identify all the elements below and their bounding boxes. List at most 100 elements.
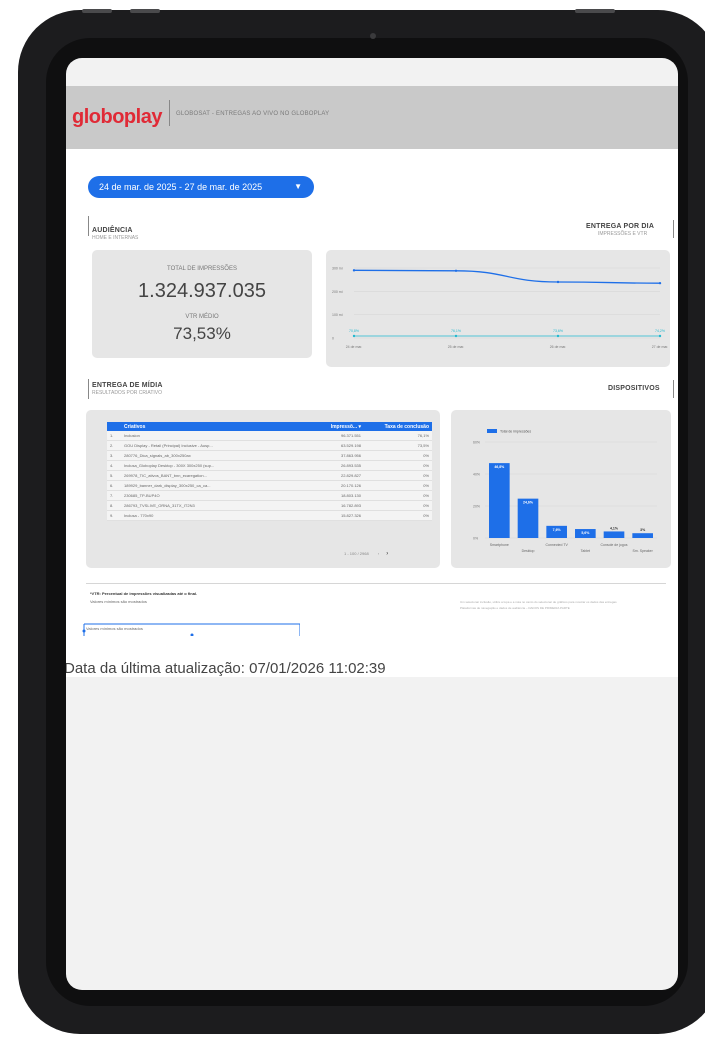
legend-swatch (487, 429, 497, 433)
row-rate: 0% (364, 450, 432, 461)
table-row[interactable]: 1. Inclusion 96.371.551 76,1% (107, 431, 432, 441)
row-creative: 189929_banner_dark_display_300x250_ca_ca… (121, 480, 306, 491)
audiencia-subtitle: HOME E INTERNAS (92, 235, 139, 241)
bar-data-label: 7,6% (553, 528, 562, 532)
table-pager: 1 - 100 / 2968 ‹ › (344, 551, 388, 557)
row-creative: 269978_TIC_ativos_BANT_bnn_ecaregation..… (121, 470, 306, 481)
row-rate: 0% (364, 470, 432, 481)
x-tick-label: Smartphone (490, 543, 509, 547)
report-header: globoplay GLOBOSAT - ENTREGAS AO VIVO NO… (66, 86, 678, 149)
last-update-text: Data da última atualização: 07/01/2026 1… (66, 660, 386, 677)
volume-button (130, 9, 160, 13)
row-index: 5. (107, 470, 121, 481)
entrega-dia-title: ENTREGA POR DIA (586, 223, 655, 230)
row-impressions: 96.371.551 (306, 431, 364, 441)
table-row[interactable]: 2. GOU Display - Retail (Principal) Inclu… (107, 440, 432, 451)
chevron-left-icon[interactable]: ‹ (378, 551, 379, 556)
dispositivos-title: DISPOSITIVOS (608, 385, 660, 392)
row-impressions: 20.170.126 (306, 480, 364, 491)
slider-handle[interactable] (82, 629, 86, 633)
impressions-line (353, 269, 661, 284)
table-row[interactable]: 5. 269978_TIC_ativos_BANT_bnn_ecaregation… (107, 470, 432, 481)
row-impressions: 18.803.130 (306, 490, 364, 501)
bar-chart-panel: Total de impressões 60% 40% 20% 0% 46,8% Smart… (451, 410, 671, 568)
y-tick-label: 40% (473, 473, 480, 477)
media-table: Criativos Impressõ... ▾ Taxa de conclusã… (107, 422, 432, 521)
entrega-dia-subtitle: IMPRESSÕES E VTR (598, 231, 648, 237)
x-tick-label: 25 de mar. (448, 345, 465, 349)
row-creative: Inclusa - 770x90 (121, 510, 306, 521)
table-header-impressoes[interactable]: Impressõ... ▾ (306, 422, 364, 431)
bar-data-label: 24,6% (523, 501, 534, 505)
y-tick-label: 100 mi (332, 313, 343, 317)
range-slider[interactable] (82, 622, 300, 636)
impressions-point (556, 280, 560, 284)
date-range-label: 24 de mar. de 2025 - 27 de mar. de 2025 (99, 182, 263, 192)
bar-data-label: 5,6% (581, 531, 590, 535)
x-tick-label: Console de jogos (600, 543, 627, 547)
dashboard: globoplay GLOBOSAT - ENTREGAS AO VIVO NO… (66, 86, 678, 677)
table-row[interactable]: 7. 230685_TP-BUP4O 18.803.130 0% (107, 490, 432, 501)
device-bar (489, 463, 510, 538)
row-index: 9. (107, 510, 121, 521)
row-rate: 76,1% (364, 431, 432, 441)
instructions-note: Um selecionar inclusão, utilize a lupa e… (460, 600, 617, 604)
row-rate: 0% (364, 460, 432, 471)
table-header-criativos[interactable]: Criativos (121, 422, 306, 431)
row-impressions: 63.529.198 (306, 440, 364, 451)
date-range-picker[interactable]: 24 de mar. de 2025 - 27 de mar. de 2025 … (88, 176, 314, 198)
y-tick-label: 300 mi (332, 267, 343, 271)
vtr-point (352, 334, 356, 338)
table-row[interactable]: 9. Inclusa - 770x90 15.827.326 0% (107, 510, 432, 521)
chevron-right-icon[interactable]: › (386, 551, 388, 557)
vtr-data-label: 73,6% (553, 329, 563, 333)
power-button (575, 9, 615, 13)
table-header-taxa[interactable]: Taxa de conclusão (364, 422, 432, 431)
daily-delivery-chart: 300 mi 200 mi 100 mi 0 70,8% 24 de mar. 76,1% 2… (332, 267, 668, 350)
header-divider (169, 100, 170, 126)
devices-chart: Total de impressões 60% 40% 20% 0% 46,8% Smart… (473, 429, 657, 553)
row-index: 7. (107, 490, 121, 501)
row-impressions: 15.827.326 (306, 510, 364, 521)
row-index: 1. (107, 431, 121, 441)
row-index: 3. (107, 450, 121, 461)
table-row[interactable]: 3. 280776_Dica_signals_ab_300x250ax 37.863… (107, 450, 432, 461)
line-chart-panel: 300 mi 200 mi 100 mi 0 70,8% 24 de mar. 76,1% 2… (326, 250, 670, 367)
y-tick-label: 20% (473, 505, 480, 509)
x-tick-label: 26 de mar. (550, 345, 567, 349)
table-row[interactable]: 6. 189929_banner_dark_display_300x250_ca_… (107, 480, 432, 491)
globoplay-logo: globoplay (72, 106, 162, 128)
row-creative: 230685_TP-BUP4O (121, 490, 306, 501)
device-bar (632, 533, 653, 538)
row-rate: 0% (364, 510, 432, 521)
bar-data-label: 46,8% (494, 465, 505, 469)
chevron-down-icon: ▼ (294, 182, 302, 191)
row-creative: Inclusion (121, 431, 306, 441)
row-rate: 0% (364, 490, 432, 501)
table-row[interactable]: 8. 286793_TVSLIVE_ORNA_31TX_IT2N3 16.782.8… (107, 500, 432, 511)
row-impressions: 16.782.893 (306, 500, 364, 511)
vtr-value: 73,53% (173, 324, 231, 343)
y-tick-label: 60% (473, 441, 480, 445)
entrega-midia-title: ENTREGA DE MÍDIA (92, 382, 163, 389)
row-index: 8. (107, 500, 121, 511)
row-impressions: 26.893.535 (306, 460, 364, 471)
table-row[interactable]: 4. Inclusa_Globoplay Desktop - 300X 300x2… (107, 460, 432, 471)
x-tick-label: Sm. Speaker (633, 549, 654, 553)
entrega-midia-subtitle: RESULTADOS POR CRIATIVO (92, 390, 163, 396)
section-accent (673, 220, 674, 238)
row-rate: 0% (364, 500, 432, 511)
device-bar (603, 531, 625, 538)
vtr-point (454, 334, 458, 338)
table-header-index (107, 422, 121, 431)
tablet-screen: globoplay GLOBOSAT - ENTREGAS AO VIVO NO… (66, 58, 678, 990)
vtr-point (658, 334, 662, 338)
slider-handle[interactable] (190, 633, 194, 637)
x-tick-label: Connected TV (546, 543, 569, 547)
row-creative: GOU Display - Retail (Principal) Inclusi… (121, 440, 306, 451)
row-index: 2. (107, 440, 121, 451)
kpi-panel: TOTAL DE IMPRESSÕES 1.324.937.035 VTR MÉ… (92, 250, 312, 358)
legend-label: Total de impressões (500, 430, 531, 434)
impressions-point (658, 281, 662, 285)
impressions-point (454, 269, 458, 272)
